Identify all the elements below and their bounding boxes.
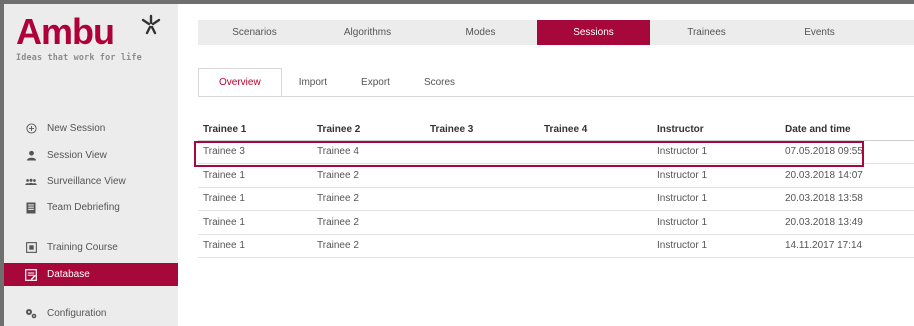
tab-algorithms[interactable]: Algorithms: [311, 20, 424, 45]
column-header-instructor[interactable]: Instructor: [652, 120, 780, 141]
cell-date-time: 14.11.2017 17:14: [780, 234, 914, 258]
subtab-export[interactable]: Export: [344, 68, 407, 96]
table-row[interactable]: Trainee 1 Trainee 2 Instructor 1 20.03.2…: [198, 163, 914, 188]
cell-trainee-2: Trainee 2: [312, 210, 425, 235]
gears-icon: [24, 307, 38, 321]
column-header-trainee-1[interactable]: Trainee 1: [198, 120, 312, 141]
cell-trainee-3: [425, 187, 539, 211]
cell-instructor: Instructor 1: [652, 163, 780, 188]
cell-date-time: 20.03.2018 13:49: [780, 210, 914, 235]
main-panel: Scenarios Algorithms Modes Sessions Trai…: [178, 4, 914, 326]
sidebar-item-label: Database: [47, 269, 90, 280]
cell-trainee-1: Trainee 1: [198, 210, 312, 235]
cell-instructor: Instructor 1: [652, 234, 780, 258]
sidebar-item-label: New Session: [47, 123, 106, 134]
sidebar-item-team-debriefing[interactable]: Team Debriefing: [4, 196, 178, 219]
column-header-trainee-2[interactable]: Trainee 2: [312, 120, 425, 141]
subtab-scores[interactable]: Scores: [407, 68, 472, 96]
cell-date-time: 20.03.2018 13:58: [780, 187, 914, 211]
table-row[interactable]: Trainee 1 Trainee 2 Instructor 1 20.03.2…: [198, 187, 914, 211]
subtab-divider: [198, 96, 914, 97]
logo-star-icon: [141, 14, 161, 35]
cell-trainee-4: [539, 163, 652, 188]
sidebar-item-configuration[interactable]: Configuration: [4, 302, 178, 325]
table-header-row: Trainee 1 Trainee 2 Trainee 3 Trainee 4 …: [198, 120, 914, 141]
cell-trainee-3: [425, 163, 539, 188]
cell-date-time: 20.03.2018 14:07: [780, 163, 914, 188]
cell-instructor: Instructor 1: [652, 187, 780, 211]
sub-navigation: Overview Import Export Scores: [198, 68, 472, 96]
tab-sessions[interactable]: Sessions: [537, 20, 650, 45]
column-header-trainee-3[interactable]: Trainee 3: [425, 120, 539, 141]
book-icon: [24, 201, 38, 215]
cell-trainee-3: [425, 234, 539, 258]
column-header-date-time[interactable]: Date and time: [780, 120, 914, 141]
tab-scenarios[interactable]: Scenarios: [198, 20, 311, 45]
cell-trainee-1: Trainee 1: [198, 234, 312, 258]
sidebar-item-label: Surveillance View: [47, 176, 126, 187]
logo-tagline: Ideas that work for life: [16, 52, 142, 62]
course-icon: [24, 241, 38, 255]
cell-trainee-1: Trainee 1: [198, 163, 312, 188]
cell-trainee-3: [425, 210, 539, 235]
table-row[interactable]: Trainee 1 Trainee 2 Instructor 1 20.03.2…: [198, 210, 914, 235]
sidebar-item-label: Configuration: [47, 308, 107, 319]
cell-trainee-2: Trainee 2: [312, 234, 425, 258]
user-icon: [24, 149, 38, 163]
sidebar-item-surveillance-view[interactable]: Surveillance View: [4, 170, 178, 193]
tab-trainees[interactable]: Trainees: [650, 20, 763, 45]
cell-trainee-4: [539, 234, 652, 258]
cell-trainee-4: [539, 210, 652, 235]
sidebar-item-database[interactable]: Database: [4, 263, 178, 286]
cell-trainee-1: Trainee 1: [198, 187, 312, 211]
group-icon: [24, 175, 38, 189]
cell-trainee-4: [539, 187, 652, 211]
plus-circle-icon: [24, 122, 38, 136]
selected-row-highlight: [194, 141, 864, 167]
database-icon: [24, 268, 38, 282]
column-header-trainee-4[interactable]: Trainee 4: [539, 120, 652, 141]
cell-trainee-2: Trainee 2: [312, 187, 425, 211]
sidebar-item-new-session[interactable]: New Session: [4, 117, 178, 140]
cell-instructor: Instructor 1: [652, 210, 780, 235]
logo-wordmark: Ambu: [16, 11, 115, 52]
tab-events[interactable]: Events: [763, 20, 876, 45]
subtab-import[interactable]: Import: [282, 68, 344, 96]
sidebar-item-label: Team Debriefing: [47, 202, 120, 213]
table-row[interactable]: Trainee 1 Trainee 2 Instructor 1 14.11.2…: [198, 234, 914, 258]
sidebar-item-label: Training Course: [47, 242, 118, 253]
tab-modes[interactable]: Modes: [424, 20, 537, 45]
top-navigation: Scenarios Algorithms Modes Sessions Trai…: [198, 20, 914, 45]
sidebar-item-session-view[interactable]: Session View: [4, 144, 178, 167]
sidebar-item-training-course[interactable]: Training Course: [4, 236, 178, 259]
cell-trainee-2: Trainee 2: [312, 163, 425, 188]
sidebar: Ambu Ideas that work for life New Sessio…: [4, 4, 178, 326]
ambu-logo: Ambu Ideas that work for life: [14, 12, 174, 64]
subtab-overview[interactable]: Overview: [198, 68, 282, 96]
sidebar-item-label: Session View: [47, 150, 107, 161]
